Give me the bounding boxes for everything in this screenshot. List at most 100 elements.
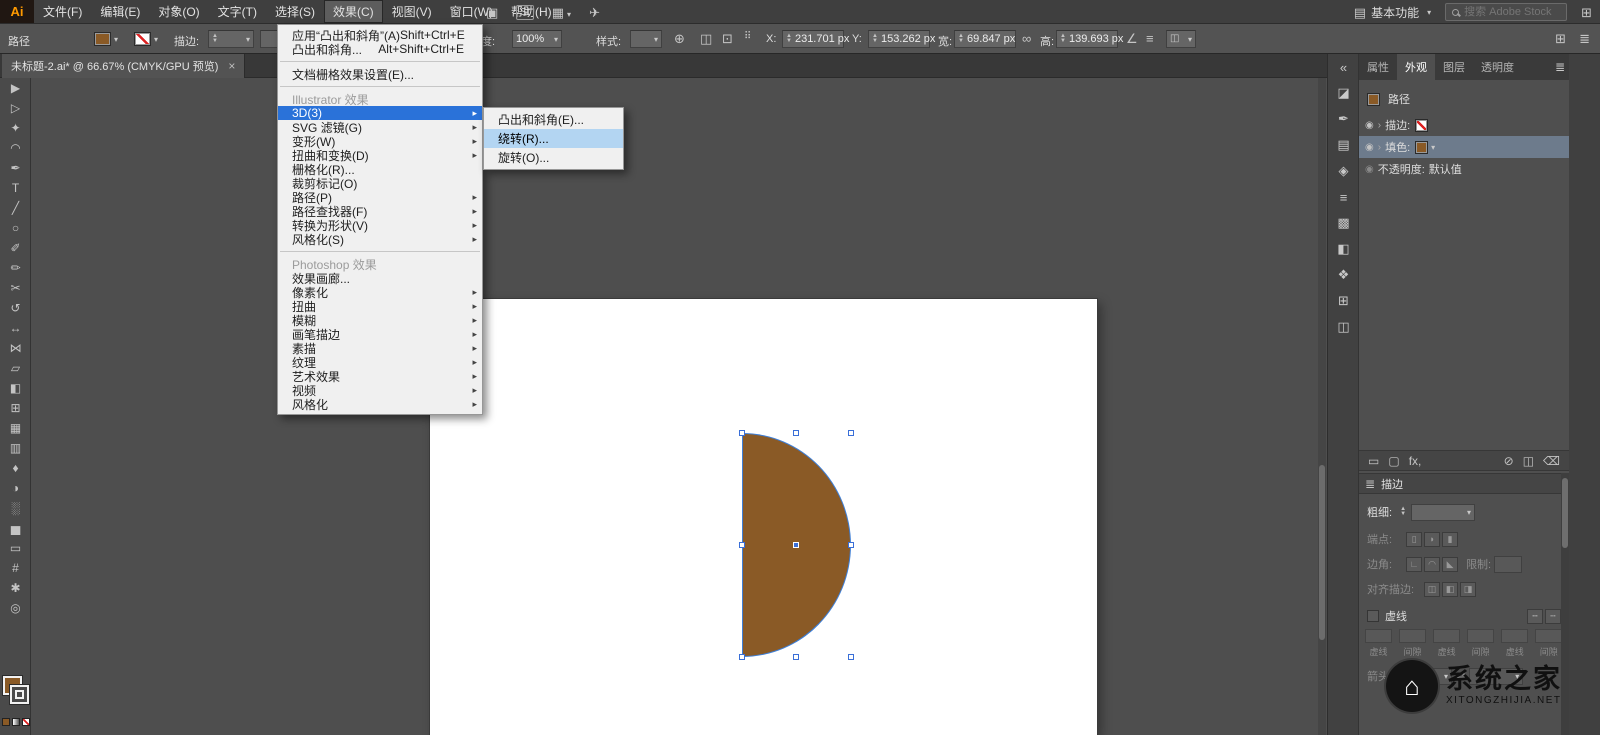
document-layout-icon[interactable]: ▦ ▾ [552, 6, 571, 19]
shear-icon[interactable]: ∠ [1126, 32, 1138, 45]
dash-input[interactable] [1399, 629, 1427, 643]
dash-field[interactable]: 间隙 [1465, 629, 1496, 658]
hand-tool[interactable]: ✱ [0, 578, 31, 598]
selection-tool[interactable]: ▶ [0, 78, 31, 98]
effect-menu-item[interactable]: 风格化(S) ▸ [278, 232, 482, 247]
dashed-line-checkbox[interactable] [1367, 610, 1379, 622]
miter-join-icon[interactable]: ∟ [1406, 556, 1423, 572]
panel-tab[interactable]: 图层 [1435, 54, 1473, 80]
butt-cap-icon[interactable]: ▯ [1406, 531, 1423, 547]
round-cap-icon[interactable]: ◗ [1424, 531, 1441, 547]
preserve-dash-icon[interactable]: ╍ [1527, 608, 1543, 624]
miter-limit-field[interactable] [1494, 555, 1523, 573]
stroke-panel-icon[interactable]: ≡ [1328, 184, 1359, 210]
menubar-item[interactable]: 文件(F) [34, 0, 91, 23]
width-tool[interactable]: ⋈ [0, 338, 31, 358]
mesh-tool[interactable]: ▦ [0, 418, 31, 438]
menubar-item[interactable]: 对象(O) [149, 0, 208, 23]
width-field[interactable]: ▲ ▼ 69.847 px [954, 30, 1016, 48]
height-field[interactable]: ▲ ▼ 139.693 px [1056, 30, 1123, 48]
3d-submenu-item[interactable]: 凸出和斜角(E)... [484, 110, 623, 129]
align-stroke-outside-icon[interactable]: ◨ [1460, 581, 1477, 597]
panel-tab[interactable]: 外观 [1397, 54, 1435, 80]
style-dropdown[interactable]: ▾ [630, 30, 662, 48]
free-transform-tool[interactable]: ▱ [0, 358, 31, 378]
illustrator-logo[interactable]: Ai [0, 0, 34, 23]
add-new-fill-icon[interactable]: ▢ [1388, 454, 1399, 468]
dash-field[interactable]: 虚线 [1499, 629, 1530, 658]
stroke-weight-field[interactable]: ▲ ▼ ▾ [208, 30, 254, 48]
pen-tool[interactable]: ✒ [0, 158, 31, 178]
collapse-panels-icon[interactable]: « [1328, 54, 1359, 80]
transform-options-icon[interactable]: ≡ [1146, 32, 1154, 45]
selection-handle[interactable] [739, 542, 745, 548]
align-stroke-inside-icon[interactable]: ◧ [1442, 581, 1459, 597]
dash-field[interactable]: 间隙 [1397, 629, 1428, 658]
canvas[interactable] [31, 78, 1327, 735]
recolor-artwork-icon[interactable]: ⊕ [674, 32, 685, 45]
add-new-effect-icon[interactable]: fx, [1409, 454, 1422, 468]
round-join-icon[interactable]: ◠ [1424, 556, 1441, 572]
paintbrush-tool[interactable]: ✐ [0, 238, 31, 258]
line-segment-tool[interactable]: ╱ [0, 198, 31, 218]
align-stroke-center-icon[interactable]: ◫ [1424, 581, 1441, 597]
graphic-styles-panel-icon[interactable]: ❖ [1328, 262, 1359, 288]
constrain-proportions-icon[interactable]: ∞ [1022, 32, 1031, 45]
panel-tab[interactable]: 属性 [1359, 54, 1397, 80]
canvas-vertical-scrollbar[interactable] [1318, 78, 1326, 735]
opacity-field[interactable]: 100% ▾ [512, 30, 562, 48]
fill-color-swatch[interactable]: ▾ [94, 31, 118, 47]
effect-menu-item[interactable]: 文档栅格效果设置(E)... ▸ [278, 67, 482, 82]
arrange-documents-icon[interactable]: ▣ [486, 6, 498, 19]
stock-search[interactable] [1445, 3, 1568, 21]
scissors-tool[interactable]: ✂ [0, 278, 31, 298]
visibility-eye-icon[interactable]: ◉ [1365, 142, 1374, 153]
scale-tool[interactable]: ↔ [0, 318, 31, 338]
panel-tab[interactable]: 透明度 [1473, 54, 1522, 80]
stock-search-input[interactable] [1464, 6, 1561, 18]
effect-menu-item[interactable]: 凸出和斜角... Alt+Shift+Ctrl+E ▸ [278, 42, 482, 57]
app-grid-icon[interactable]: ⊞ [1581, 6, 1592, 19]
brushes-panel-icon[interactable]: ✒ [1328, 106, 1359, 132]
align-panel-icon[interactable]: ⊞ [1328, 288, 1359, 314]
zoom-tool[interactable]: ◎ [0, 598, 31, 618]
direct-selection-tool[interactable]: ▷ [0, 98, 31, 118]
type-tool[interactable]: T [0, 178, 31, 198]
magic-wand-tool[interactable]: ✦ [0, 118, 31, 138]
lasso-tool[interactable]: ◠ [0, 138, 31, 158]
stroke-color-swatch[interactable]: ▾ [134, 31, 158, 47]
selection-handle[interactable] [848, 430, 854, 436]
gradient-paint-icon[interactable] [12, 718, 20, 726]
dash-input[interactable] [1467, 629, 1495, 643]
appearance-fill-row[interactable]: ◉ › 填色: ▾ [1359, 136, 1569, 158]
menubar-item[interactable]: 编辑(E) [91, 0, 149, 23]
stroke-panel-header[interactable]: ≣ 描边 [1359, 473, 1569, 494]
selection-handle[interactable] [793, 654, 799, 660]
selection-handle[interactable] [848, 654, 854, 660]
ellipse-tool[interactable]: ○ [0, 218, 31, 238]
stroke-weight-input[interactable]: ▾ [1411, 503, 1476, 521]
eyedropper-tool[interactable]: ♦ [0, 458, 31, 478]
blend-tool[interactable]: ◑ [0, 478, 31, 498]
column-graph-tool[interactable]: ▅ [0, 518, 31, 538]
dash-input[interactable] [1365, 629, 1392, 643]
3d-submenu-item[interactable]: 旋转(O)... [484, 148, 623, 167]
symbols-panel-icon[interactable]: ◈ [1328, 158, 1359, 184]
workspace-switcher[interactable]: ▤ 基本功能 ▾ [1354, 4, 1431, 21]
transform-dropdown[interactable]: ◫ ▾ [1166, 30, 1196, 48]
scrollbar-thumb[interactable] [1562, 478, 1568, 548]
color-panel-icon[interactable]: ◪ [1328, 80, 1359, 106]
bevel-join-icon[interactable]: ◣ [1442, 556, 1459, 572]
panel-menu-icon[interactable]: ≣ [1555, 60, 1565, 74]
add-new-stroke-icon[interactable]: ▭ [1368, 454, 1379, 468]
gradient-panel-icon[interactable]: ▩ [1328, 210, 1359, 236]
transparency-panel-icon[interactable]: ◧ [1328, 236, 1359, 262]
dash-input[interactable] [1501, 629, 1529, 643]
menubar-item[interactable]: 效果(C) [323, 0, 383, 23]
selection-handle[interactable] [739, 654, 745, 660]
3d-submenu-item[interactable]: 绕转(R)... [484, 129, 623, 148]
stroke-color-indicator[interactable] [10, 685, 29, 704]
scrollbar-thumb[interactable] [1319, 465, 1325, 640]
pencil-tool[interactable]: ✏ [0, 258, 31, 278]
align-dash-icon[interactable]: ┅ [1545, 608, 1561, 624]
